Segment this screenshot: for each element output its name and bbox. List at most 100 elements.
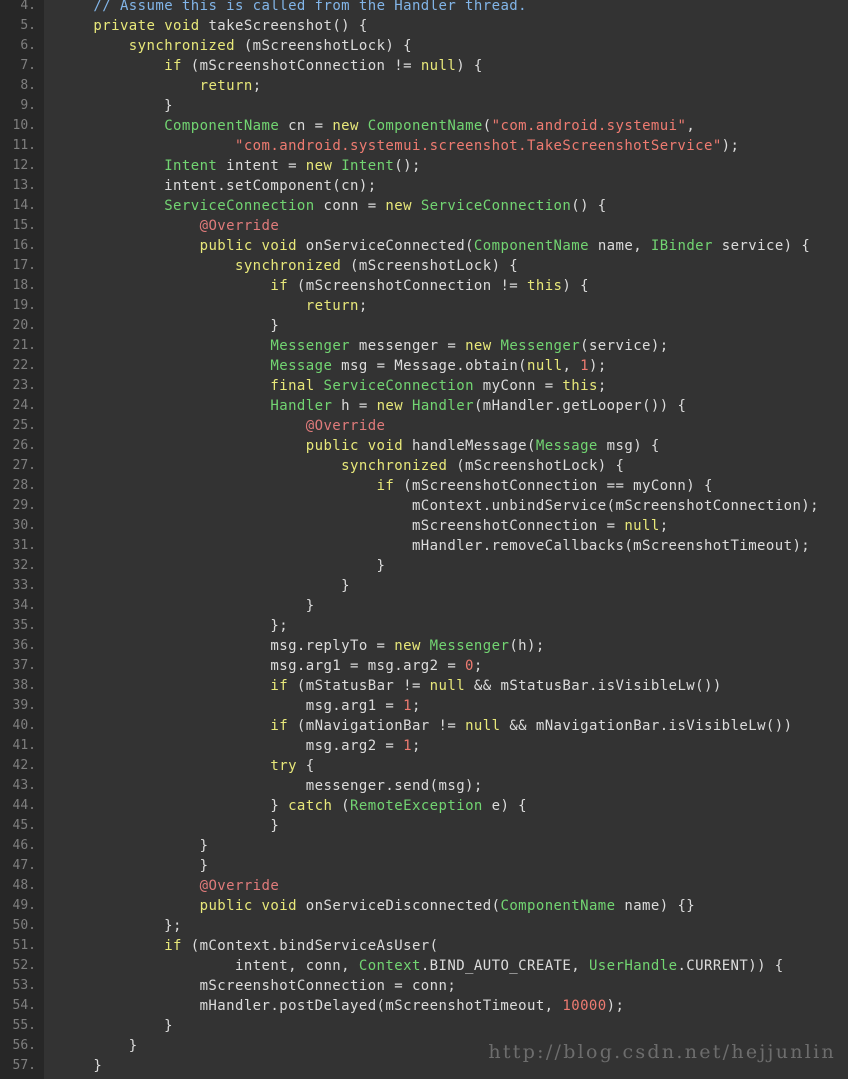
code-line[interactable]: 43. messenger.send(msg); xyxy=(0,776,848,796)
code-line[interactable]: 47. } xyxy=(0,856,848,876)
code-line[interactable]: 46. } xyxy=(0,836,848,856)
code-line[interactable]: 13. intent.setComponent(cn); xyxy=(0,176,848,196)
code-line[interactable]: 6. synchronized (mScreenshotLock) { xyxy=(0,36,848,56)
code-line[interactable]: 52. intent, conn, Context.BIND_AUTO_CREA… xyxy=(0,956,848,976)
code-line[interactable]: 8. return; xyxy=(0,76,848,96)
code-line[interactable]: 23. final ServiceConnection myConn = thi… xyxy=(0,376,848,396)
code-line[interactable]: 53. mScreenshotConnection = conn; xyxy=(0,976,848,996)
code-line[interactable]: 18. if (mScreenshotConnection != this) { xyxy=(0,276,848,296)
code-line[interactable]: 14. ServiceConnection conn = new Service… xyxy=(0,196,848,216)
code-line[interactable]: 55. } xyxy=(0,1016,848,1036)
code-line[interactable]: 10. ComponentName cn = new ComponentName… xyxy=(0,116,848,136)
code-line[interactable]: 5. private void takeScreenshot() { xyxy=(0,16,848,36)
token-plain: } xyxy=(58,318,280,334)
code-line[interactable]: 36. msg.replyTo = new Messenger(h); xyxy=(0,636,848,656)
code-line[interactable]: 49. public void onServiceDisconnected(Co… xyxy=(0,896,848,916)
line-number: 55. xyxy=(12,1018,36,1033)
token-kw: if xyxy=(270,278,289,294)
code-line[interactable]: 7. if (mScreenshotConnection != null) { xyxy=(0,56,848,76)
code-line[interactable]: 31. mHandler.removeCallbacks(mScreenshot… xyxy=(0,536,848,556)
token-kw: if xyxy=(270,718,289,734)
code-text: if (mScreenshotConnection == myConn) { xyxy=(58,476,713,496)
code-text: if (mStatusBar != null && mStatusBar.isV… xyxy=(58,676,722,696)
code-line[interactable]: 22. Message msg = Message.obtain(null, 1… xyxy=(0,356,848,376)
code-line[interactable]: 21. Messenger messenger = new Messenger(… xyxy=(0,336,848,356)
token-plain: } xyxy=(58,98,174,114)
code-line[interactable]: 25. @Override xyxy=(0,416,848,436)
code-line[interactable]: 33. } xyxy=(0,576,848,596)
token-type: RemoteException xyxy=(350,798,483,814)
code-line[interactable]: 39. msg.arg1 = 1; xyxy=(0,696,848,716)
line-number: 38. xyxy=(12,678,36,693)
token-plain: (mScreenshotConnection == myConn) { xyxy=(394,478,713,494)
code-line[interactable]: 38. if (mStatusBar != null && mStatusBar… xyxy=(0,676,848,696)
token-plain: ; xyxy=(597,378,607,394)
token-anno: @Override xyxy=(199,878,280,894)
code-line[interactable]: 51. if (mContext.bindServiceAsUser( xyxy=(0,936,848,956)
code-lines-container[interactable]: 4. // Assume this is called from the Han… xyxy=(0,0,848,1076)
token-kw: try xyxy=(270,758,297,774)
code-line[interactable]: 24. Handler h = new Handler(mHandler.get… xyxy=(0,396,848,416)
code-line[interactable]: 19. return; xyxy=(0,296,848,316)
code-line[interactable]: 50. }; xyxy=(0,916,848,936)
code-line[interactable]: 54. mHandler.postDelayed(mScreenshotTime… xyxy=(0,996,848,1016)
token-plain: service) { xyxy=(712,238,811,254)
token-plain: (mHandler.getLooper()) { xyxy=(473,398,687,414)
code-line[interactable]: 16. public void onServiceConnected(Compo… xyxy=(0,236,848,256)
code-line[interactable]: 29. mContext.unbindService(mScreenshotCo… xyxy=(0,496,848,516)
code-line[interactable]: 44. } catch (RemoteException e) { xyxy=(0,796,848,816)
code-text: } xyxy=(58,596,315,616)
code-line[interactable]: 32. } xyxy=(0,556,848,576)
line-number: 29. xyxy=(12,498,36,513)
code-line[interactable]: 26. public void handleMessage(Message ms… xyxy=(0,436,848,456)
code-viewer[interactable]: 4. // Assume this is called from the Han… xyxy=(0,0,848,1079)
code-text: msg.arg2 = 1; xyxy=(58,736,421,756)
token-type: Handler xyxy=(270,398,333,414)
code-line[interactable]: 11. "com.android.systemui.screenshot.Tak… xyxy=(0,136,848,156)
token-plain: msg.arg1 = msg.arg2 = xyxy=(58,658,466,674)
code-text: intent, conn, Context.BIND_AUTO_CREATE, … xyxy=(58,956,784,976)
line-number: 37. xyxy=(12,658,36,673)
token-plain: (service); xyxy=(580,338,669,354)
code-line[interactable]: 45. } xyxy=(0,816,848,836)
code-line[interactable]: 28. if (mScreenshotConnection == myConn)… xyxy=(0,476,848,496)
code-line[interactable]: 37. msg.arg1 = msg.arg2 = 0; xyxy=(0,656,848,676)
token-kw: private void xyxy=(93,18,200,34)
token-plain: } xyxy=(58,598,315,614)
code-line[interactable]: 41. msg.arg2 = 1; xyxy=(0,736,848,756)
code-line[interactable]: 15. @Override xyxy=(0,216,848,236)
token-kw: public void xyxy=(305,438,404,454)
code-line[interactable]: 12. Intent intent = new Intent(); xyxy=(0,156,848,176)
token-plain: (mScreenshotConnection != xyxy=(181,58,421,74)
code-line[interactable]: 48. @Override xyxy=(0,876,848,896)
code-line[interactable]: 42. try { xyxy=(0,756,848,776)
code-text: ServiceConnection conn = new ServiceConn… xyxy=(58,196,607,216)
line-number: 47. xyxy=(12,858,36,873)
line-number: 28. xyxy=(12,478,36,493)
code-line[interactable]: 4. // Assume this is called from the Han… xyxy=(0,0,848,16)
code-text: } xyxy=(58,556,385,576)
token-plain: (mNavigationBar != xyxy=(288,718,466,734)
code-text: public void handleMessage(Message msg) { xyxy=(58,436,660,456)
code-line[interactable]: 27. synchronized (mScreenshotLock) { xyxy=(0,456,848,476)
code-line[interactable]: 20. } xyxy=(0,316,848,336)
line-number: 54. xyxy=(12,998,36,1013)
token-plain: ; xyxy=(411,698,421,714)
code-line[interactable]: 17. synchronized (mScreenshotLock) { xyxy=(0,256,848,276)
token-plain: } xyxy=(58,858,209,874)
code-line[interactable]: 34. } xyxy=(0,596,848,616)
token-plain: mHandler.postDelayed(mScreenshotTimeout, xyxy=(58,998,563,1014)
code-line[interactable]: 30. mScreenshotConnection = null; xyxy=(0,516,848,536)
token-plain: name) {} xyxy=(615,898,696,914)
code-line[interactable]: 35. }; xyxy=(0,616,848,636)
code-text: final ServiceConnection myConn = this; xyxy=(58,376,607,396)
code-line[interactable]: 40. if (mNavigationBar != null && mNavig… xyxy=(0,716,848,736)
code-line[interactable]: 9. } xyxy=(0,96,848,116)
code-text: public void onServiceConnected(Component… xyxy=(58,236,810,256)
